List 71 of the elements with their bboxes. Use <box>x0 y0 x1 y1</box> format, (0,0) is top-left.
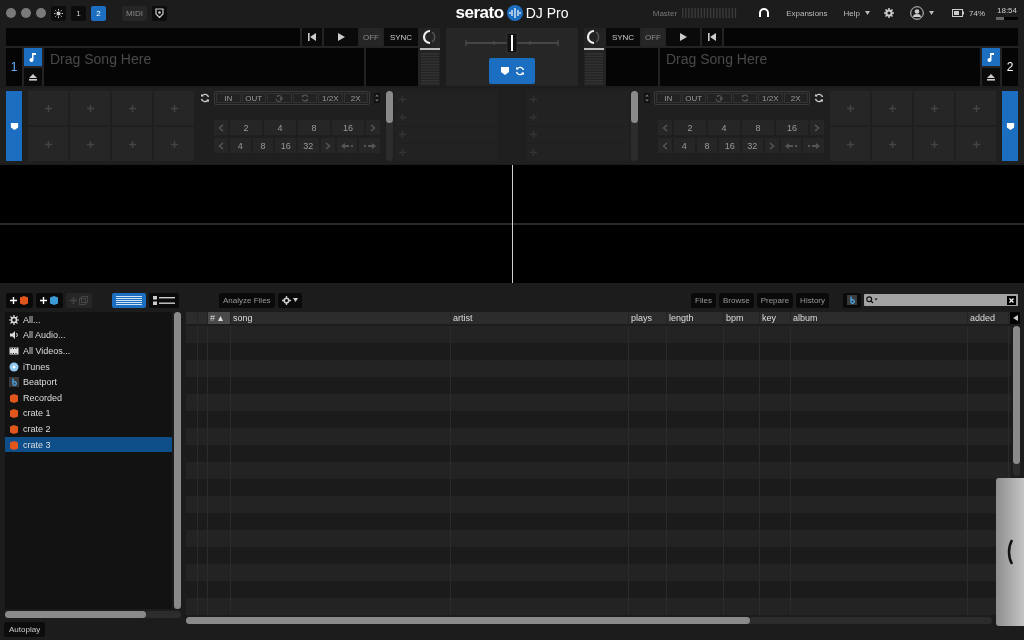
battery-percent: 74% <box>969 8 985 18</box>
sidebar-item[interactable]: Recorded <box>5 389 172 406</box>
deck-number: 1 <box>6 48 22 86</box>
loop-out-button[interactable]: OUT <box>241 93 266 103</box>
panel-tab[interactable]: Browse <box>718 292 754 308</box>
loop-in-button[interactable]: IN <box>656 93 681 103</box>
column-header[interactable]: length <box>669 313 694 323</box>
sync-button[interactable]: SYNC <box>606 28 640 46</box>
column-header[interactable]: key <box>762 313 776 323</box>
column-header[interactable]: artist <box>453 313 473 323</box>
clock-time: 18:54 <box>997 6 1018 15</box>
sidebar-item[interactable]: crate 2 <box>5 421 172 437</box>
loop-halve-button[interactable]: 1/2X <box>318 93 343 103</box>
analyze-files-button[interactable]: Analyze Files <box>219 292 275 308</box>
deck-count-button[interactable]: 2 <box>91 5 106 21</box>
sidebar-item-label: Recorded <box>23 392 63 403</box>
sidebar-item-label: All... <box>23 314 41 325</box>
sidebar-item[interactable]: All Videos... <box>5 343 172 359</box>
loop-in-button[interactable]: IN <box>216 93 241 103</box>
midi-button[interactable]: MIDI <box>122 5 147 21</box>
auto-loop-button[interactable]: 8 <box>742 120 774 135</box>
auto-loop-button[interactable]: 2 <box>230 120 262 135</box>
auto-loop-button[interactable]: 8 <box>298 120 330 135</box>
loop-double-button[interactable]: 2X <box>343 93 368 103</box>
beat-jump-button[interactable]: 16 <box>719 138 740 153</box>
deck-count-button[interactable]: 1 <box>71 5 86 21</box>
sync-button[interactable]: SYNC <box>384 28 418 46</box>
sidebar-item-label: All Videos... <box>23 346 71 356</box>
sidebar-item-label: iTunes <box>23 361 50 372</box>
column-header[interactable]: # <box>210 313 215 323</box>
sidebar-item[interactable]: crate 1 <box>5 405 172 422</box>
loop-out-button[interactable]: OUT <box>681 93 706 103</box>
beat-jump-button[interactable]: 8 <box>252 138 274 153</box>
beat-jump-button[interactable]: 4 <box>674 138 695 153</box>
deck-number: 2 <box>1002 48 1018 86</box>
sidebar-item-label: Beatport <box>23 377 58 388</box>
sidebar-item-label: crate 2 <box>23 423 51 434</box>
auto-loop-button[interactable]: 2 <box>674 120 706 135</box>
auto-loop-button[interactable]: 4 <box>264 120 296 135</box>
sidebar-item[interactable]: All Audio... <box>5 327 172 344</box>
help-menu[interactable]: Help <box>843 8 860 18</box>
loop-halve-button[interactable]: 1/2X <box>758 93 783 103</box>
beat-jump-button[interactable]: 32 <box>298 138 319 153</box>
column-header[interactable]: added <box>970 313 996 323</box>
column-header[interactable]: song <box>233 313 253 323</box>
panel-tab[interactable]: Prepare <box>756 292 794 308</box>
panel-tab[interactable]: History <box>796 292 829 308</box>
panel-tab[interactable]: Files <box>691 292 716 308</box>
column-header[interactable]: album <box>793 313 818 323</box>
sidebar-item[interactable]: crate 3 <box>5 436 172 453</box>
master-label: Master <box>652 8 678 18</box>
beat-jump-button[interactable]: 4 <box>230 138 251 153</box>
column-header[interactable]: plays <box>631 313 652 323</box>
beat-jump-button[interactable]: 16 <box>275 138 296 153</box>
logo-text: serato <box>455 3 504 23</box>
sidebar-item-label: crate 1 <box>23 408 51 419</box>
beat-jump-button[interactable]: 32 <box>742 138 763 153</box>
autoplay-button[interactable]: Autoplay <box>4 621 46 637</box>
auto-loop-button[interactable]: 16 <box>332 120 364 135</box>
sidebar-item[interactable]: All... <box>5 312 172 328</box>
sidebar-item[interactable]: Beatport <box>5 374 172 390</box>
sidebar-item-label: crate 3 <box>23 439 51 450</box>
column-header[interactable]: bpm <box>726 313 744 323</box>
auto-loop-button[interactable]: 4 <box>708 120 740 135</box>
loop-double-button[interactable]: 2X <box>783 93 808 103</box>
product-name: DJ Pro <box>525 5 569 21</box>
auto-loop-button[interactable]: 16 <box>776 120 808 135</box>
sidebar-item[interactable]: iTunes <box>5 358 172 375</box>
sidebar-item-label: All Audio... <box>23 330 66 341</box>
beat-jump-button[interactable]: 8 <box>696 138 718 153</box>
expansions-link[interactable]: Expansions <box>786 8 828 18</box>
